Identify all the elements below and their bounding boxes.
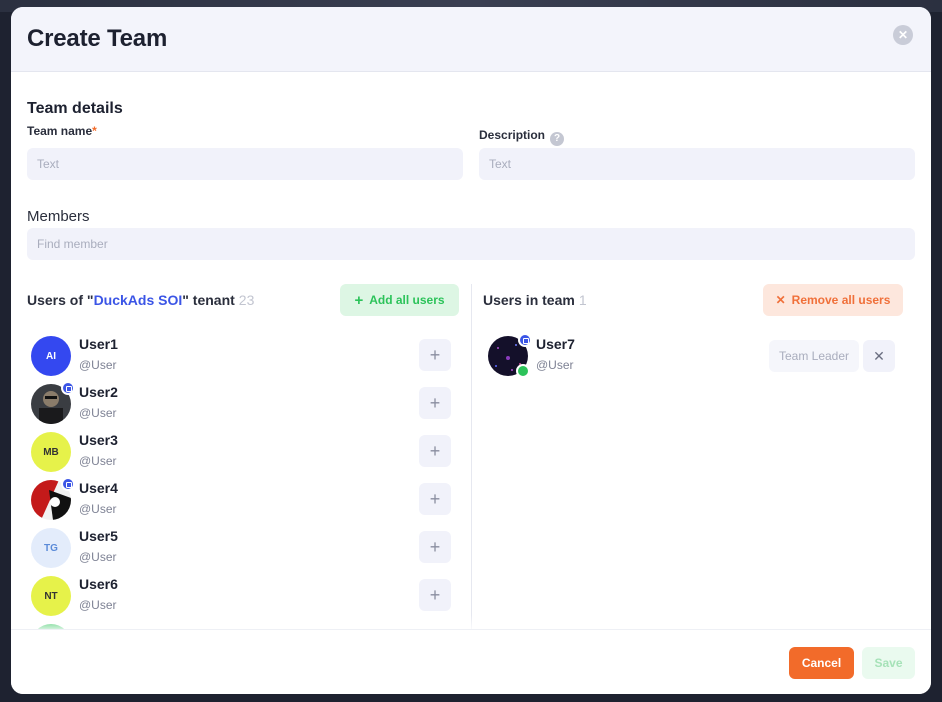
members-title: Members	[27, 208, 90, 225]
remove-all-users-button[interactable]: ✕ Remove all users	[763, 284, 903, 316]
help-icon[interactable]: ?	[550, 132, 565, 146]
avatar	[31, 381, 75, 424]
create-team-modal: Create Team ✕ Team details Team name* De…	[11, 7, 931, 694]
add-all-users-button[interactable]: + Add all users	[340, 284, 459, 316]
tenant-users-count: 23	[238, 292, 255, 308]
user-name: User7	[536, 336, 575, 352]
description-label: Description?	[479, 128, 565, 146]
list-item: NT User6 @User +	[31, 574, 451, 618]
list-item: MB User3 @User +	[31, 430, 451, 474]
column-divider	[471, 284, 472, 629]
user-handle: @User	[79, 502, 117, 516]
list-item: AI User1 @User +	[31, 334, 451, 378]
description-input[interactable]	[479, 148, 915, 180]
close-icon: ✕	[775, 293, 786, 307]
team-name-input[interactable]	[27, 148, 463, 180]
modal-title: Create Team	[27, 25, 168, 52]
required-mark: *	[92, 124, 97, 138]
tenant-name: DuckAds SOI	[93, 292, 183, 308]
list-item: User4 @User +	[31, 477, 451, 522]
user-handle: @User	[79, 598, 117, 612]
user-handle: @User	[536, 358, 574, 372]
user-handle: @User	[79, 550, 117, 564]
online-status-icon	[516, 364, 530, 378]
user-name: User2	[79, 384, 118, 400]
close-icon[interactable]: ✕	[893, 25, 913, 45]
add-user-button[interactable]: +	[419, 387, 451, 419]
avatar: NT	[31, 576, 71, 616]
user-name: User1	[79, 336, 118, 352]
user-handle: @User	[79, 358, 117, 372]
add-user-button[interactable]: +	[419, 339, 451, 371]
avatar: MB	[31, 432, 71, 472]
avatar: TG	[31, 528, 71, 568]
list-item: TG User5 @User +	[31, 526, 451, 570]
user-name: User5	[79, 528, 118, 544]
team-name-label: Team name*	[27, 124, 97, 138]
remove-member-button[interactable]: ✕	[863, 340, 895, 372]
add-user-button[interactable]: +	[419, 483, 451, 515]
add-user-button[interactable]: +	[419, 435, 451, 467]
user-name: User4	[79, 480, 118, 496]
find-member-input[interactable]	[27, 228, 915, 260]
cancel-button[interactable]: Cancel	[789, 647, 854, 679]
modal-footer: Cancel Save	[11, 629, 931, 694]
avatar	[488, 333, 532, 378]
tenant-users-title: Users of "DuckAds SOI" tenant 23	[27, 292, 255, 308]
team-details-title: Team details	[27, 100, 123, 117]
modal-header: Create Team ✕	[11, 7, 931, 72]
verified-badge-icon	[518, 333, 532, 347]
save-button[interactable]: Save	[862, 647, 915, 679]
plus-icon: +	[354, 291, 364, 309]
list-item: User2 @User +	[31, 381, 451, 426]
team-users-count: 1	[578, 292, 587, 308]
add-user-button[interactable]: +	[419, 579, 451, 611]
user-handle: @User	[79, 406, 117, 420]
user-name: User3	[79, 432, 118, 448]
role-select[interactable]: Team Leader	[769, 340, 859, 372]
verified-badge-icon	[61, 477, 75, 491]
team-users-title: Users in team 1	[483, 292, 587, 308]
verified-badge-icon	[61, 381, 75, 395]
add-user-button[interactable]: +	[419, 531, 451, 563]
user-name: User6	[79, 576, 118, 592]
user-handle: @User	[79, 454, 117, 468]
avatar	[31, 477, 75, 520]
avatar: AI	[31, 336, 71, 376]
